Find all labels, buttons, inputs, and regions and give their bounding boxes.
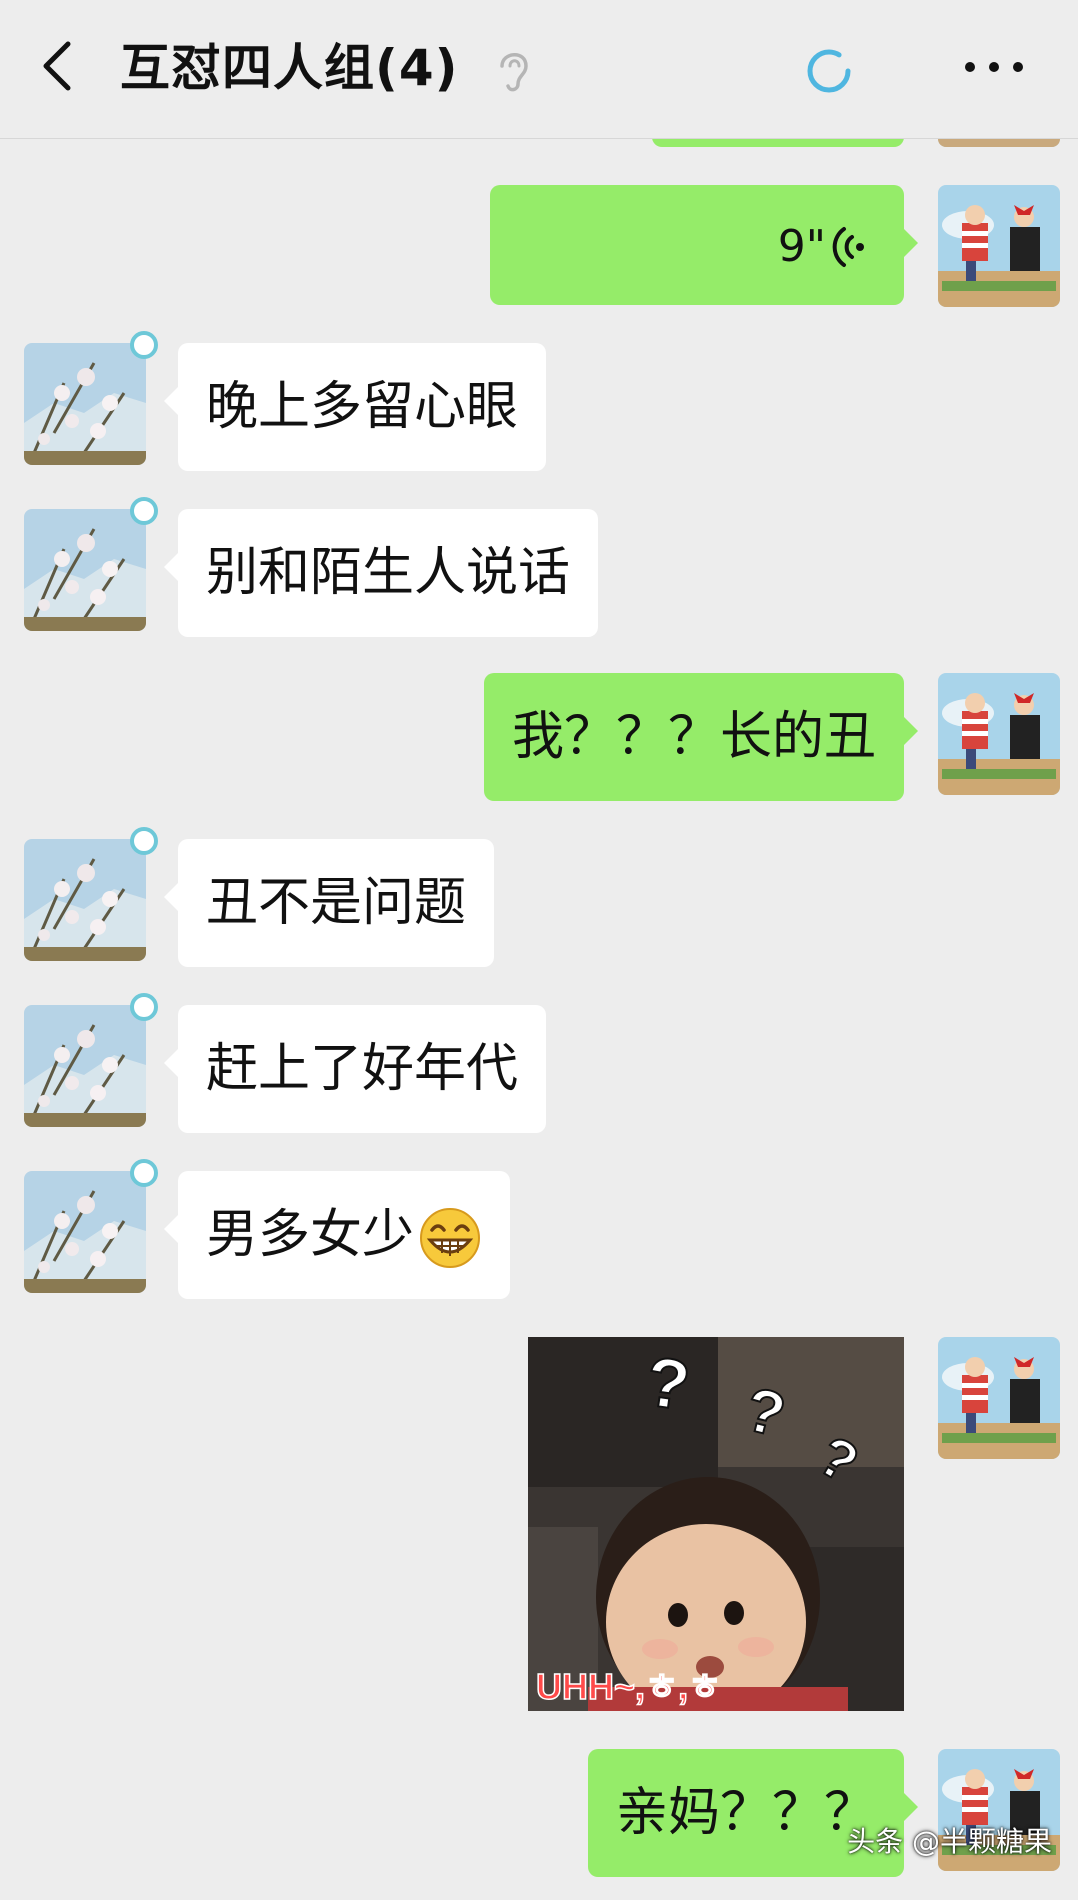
- sticker-caption: UHH~,ㅎ,ㅎ: [536, 1666, 721, 1707]
- status-badge: [130, 1159, 158, 1187]
- avatar-self[interactable]: [938, 673, 1060, 795]
- chat-title: 互怼四人组(4): [120, 39, 459, 97]
- back-button[interactable]: [34, 36, 84, 96]
- more-button[interactable]: [962, 50, 1026, 84]
- loading-icon: [804, 46, 854, 96]
- message-bubble[interactable]: 丑不是问题: [163, 839, 495, 967]
- previous-message-bubble: [652, 139, 904, 147]
- avatar-contact[interactable]: [24, 1171, 146, 1293]
- voice-message-bubble[interactable]: 9": [490, 185, 918, 305]
- status-badge: [130, 993, 158, 1021]
- watermark: 头条 @半颗糖果: [847, 1825, 1052, 1858]
- message-list[interactable]: 9" 晚上多留心眼 别和陌生人说话 我？？？长的丑 丑不是问题 赶上了好年代 男…: [0, 139, 1078, 1900]
- status-badge: [130, 497, 158, 525]
- avatar-contact[interactable]: [24, 343, 146, 465]
- avatar-contact[interactable]: [24, 509, 146, 631]
- chevron-left-icon: [43, 41, 71, 91]
- message-bubble[interactable]: 男多女少: [163, 1171, 511, 1299]
- chat-header: 互怼四人组(4): [0, 0, 1078, 139]
- avatar-self[interactable]: [938, 1337, 1060, 1459]
- previous-avatar: [938, 139, 1060, 147]
- voice-duration: 9": [777, 221, 826, 272]
- more-horizontal-icon: [965, 62, 1023, 72]
- avatar-contact[interactable]: [24, 839, 146, 961]
- message-bubble[interactable]: 我？？？长的丑: [483, 673, 919, 801]
- avatar-contact[interactable]: [24, 1005, 146, 1127]
- message-bubble[interactable]: 别和陌生人说话: [163, 509, 599, 637]
- message-text: 男多女少: [206, 1205, 415, 1265]
- status-badge: [130, 827, 158, 855]
- message-bubble[interactable]: 晚上多留心眼: [163, 343, 547, 471]
- status-badge: [130, 331, 158, 359]
- grin-emoji: [420, 1208, 481, 1268]
- avatar-self[interactable]: [938, 185, 1060, 307]
- sticker-image[interactable]: ? ? ? UHH~,ㅎ,ㅎ: [528, 1337, 904, 1711]
- message-bubble[interactable]: 赶上了好年代: [163, 1005, 547, 1133]
- ear-icon: [494, 44, 534, 96]
- voice-wave-icon: [832, 227, 864, 267]
